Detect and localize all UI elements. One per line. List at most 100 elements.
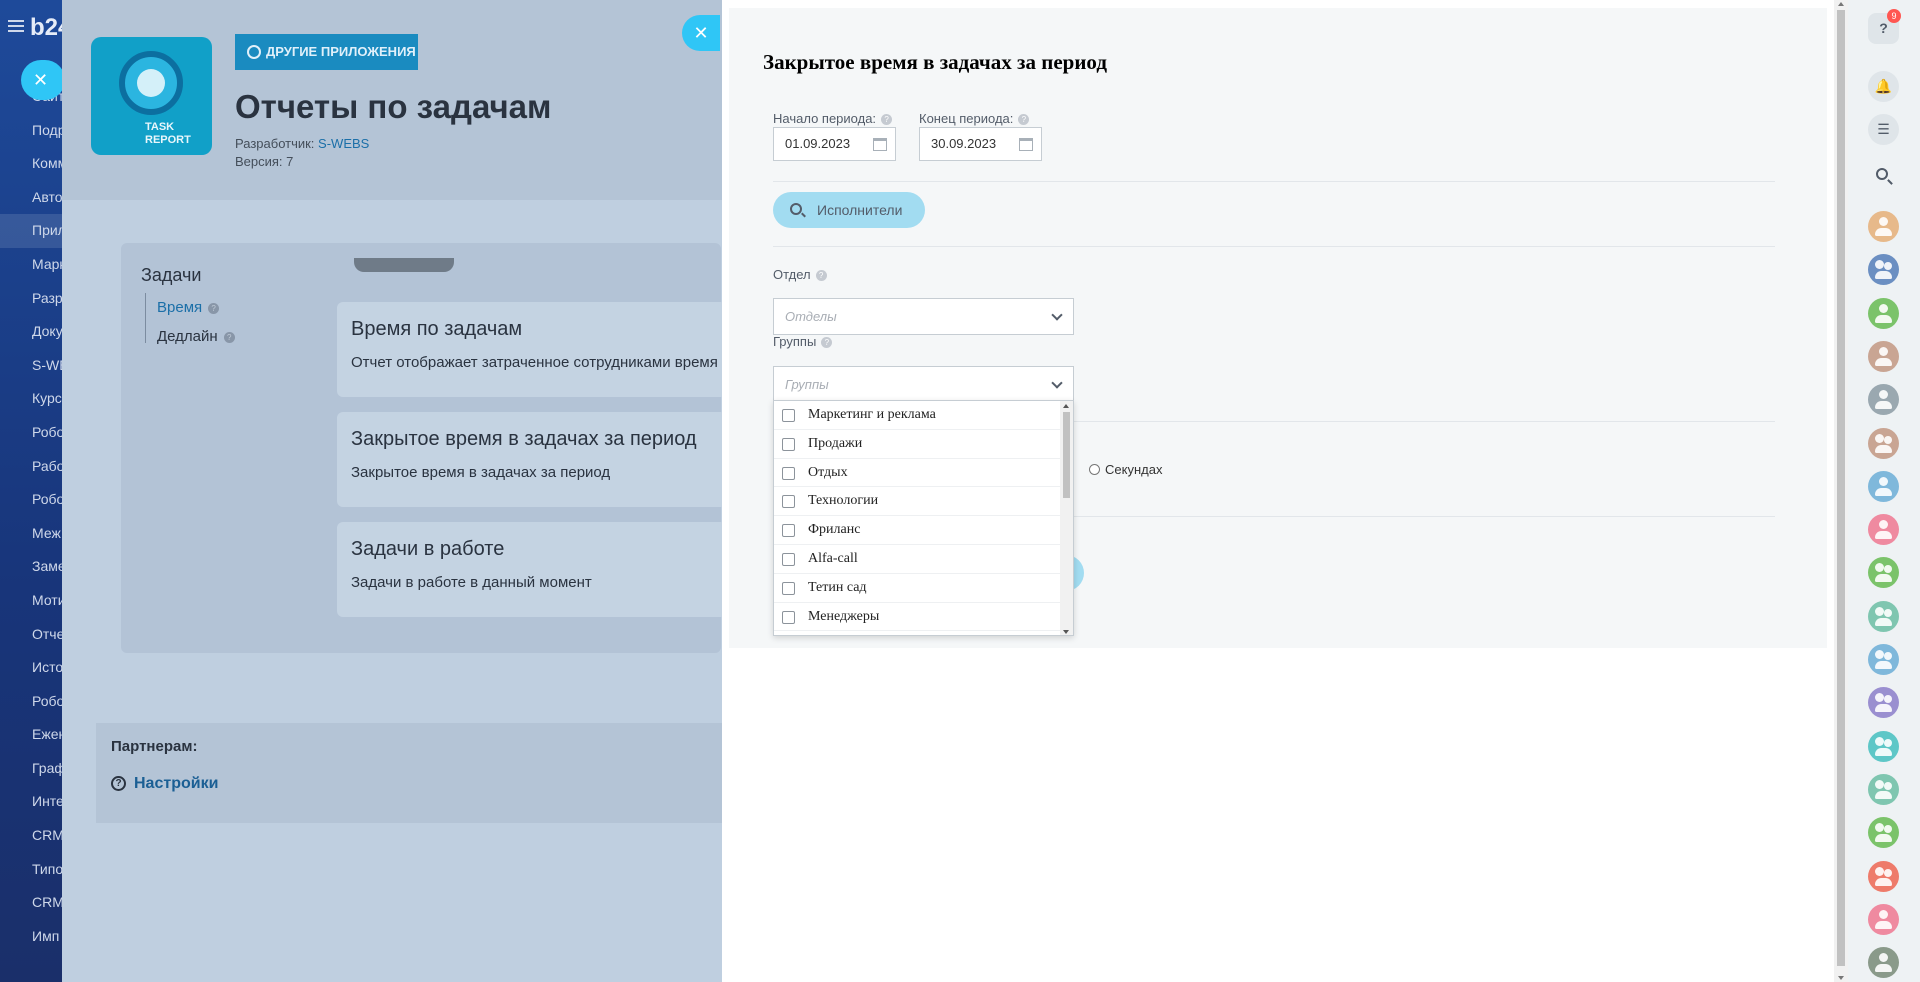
tree-item-deadline[interactable]: Дедлайн? bbox=[157, 328, 235, 345]
portal-menu-item[interactable]: Имп bbox=[0, 920, 62, 954]
portal-menu-item[interactable]: Граф bbox=[0, 752, 62, 786]
menu-burger-icon[interactable] bbox=[8, 20, 24, 32]
chat-avatar[interactable] bbox=[1868, 557, 1899, 589]
portal-menu-item[interactable]: Подр bbox=[0, 114, 62, 148]
portal-menu-item[interactable]: CRM bbox=[0, 886, 62, 920]
settings-link[interactable]: ? Настройки bbox=[111, 775, 218, 793]
group-option[interactable]: Технологии bbox=[774, 487, 1060, 517]
other-apps-button[interactable]: ДРУГИЕ ПРИЛОЖЕНИЯ bbox=[235, 34, 418, 70]
portal-menu-item[interactable]: S-WE bbox=[0, 349, 62, 383]
portal-menu-item[interactable]: Робо bbox=[0, 483, 62, 517]
checkbox[interactable] bbox=[782, 409, 795, 422]
report-title: Задачи в работе bbox=[351, 538, 505, 560]
search-icon[interactable] bbox=[1868, 162, 1899, 193]
help-icon[interactable]: ? bbox=[821, 337, 833, 349]
groups-select[interactable]: Группы bbox=[773, 366, 1074, 403]
chat-avatar[interactable] bbox=[1868, 947, 1899, 979]
right-rail: ? 9 🔔 ☰ bbox=[1848, 0, 1920, 982]
end-date-input[interactable]: 30.09.2023 bbox=[919, 127, 1042, 161]
group-option[interactable]: Продажи bbox=[774, 430, 1060, 459]
portal-menu-item[interactable]: Комм bbox=[0, 147, 62, 181]
checkbox[interactable] bbox=[782, 495, 795, 509]
portal-menu-item[interactable]: Марк bbox=[0, 248, 62, 282]
chat-avatar[interactable] bbox=[1868, 254, 1899, 286]
checkbox[interactable] bbox=[782, 437, 795, 451]
portal-menu-item[interactable]: Инте bbox=[0, 785, 62, 819]
chat-avatar[interactable] bbox=[1868, 470, 1899, 502]
chat-avatar[interactable] bbox=[1868, 687, 1899, 719]
portal-menu-item[interactable]: Отче bbox=[0, 618, 62, 652]
portal-menu-item[interactable]: Прил bbox=[0, 214, 62, 248]
portal-menu-item[interactable]: Заме bbox=[0, 550, 62, 584]
page-scrollbar[interactable] bbox=[1834, 0, 1848, 982]
chat-avatar[interactable] bbox=[1868, 817, 1899, 849]
chat-avatar[interactable] bbox=[1868, 514, 1899, 546]
close-icon[interactable]: ✕ bbox=[21, 60, 62, 100]
portal-menu-item[interactable]: Моти bbox=[0, 584, 62, 618]
calendar-icon[interactable] bbox=[873, 138, 887, 151]
help-icon[interactable]: ? bbox=[1018, 114, 1030, 126]
portal-menu-item[interactable]: Меж bbox=[0, 517, 62, 551]
slider-close-button[interactable]: ✕ bbox=[682, 15, 720, 51]
developer-link[interactable]: S-WEBS bbox=[318, 136, 369, 151]
page-title: Отчеты по задачам bbox=[235, 88, 552, 125]
tree-line bbox=[145, 293, 146, 343]
portal-menu-item[interactable]: Ежен bbox=[0, 718, 62, 752]
checkbox[interactable] bbox=[782, 466, 795, 480]
chat-avatar[interactable] bbox=[1868, 600, 1899, 632]
report-card-time[interactable]: Время по задачам Отчет отображает затрач… bbox=[337, 302, 722, 397]
start-date-input[interactable]: 01.09.2023 bbox=[773, 127, 896, 161]
help-icon[interactable]: ? bbox=[881, 114, 893, 126]
help-icon[interactable]: ? bbox=[223, 331, 235, 343]
portal-menu-item[interactable]: Исто bbox=[0, 651, 62, 685]
portal-menu-item[interactable]: Робо bbox=[0, 416, 62, 450]
chat-avatar[interactable] bbox=[1868, 730, 1899, 762]
department-select[interactable]: Отделы bbox=[773, 298, 1074, 335]
portal-menu-item[interactable]: Типо bbox=[0, 853, 62, 887]
chat-avatar[interactable] bbox=[1868, 340, 1899, 372]
portal-menu: СайтПодрКоммАвтоПрилМаркРазрДокуS-WEКурс… bbox=[0, 80, 62, 953]
checkbox[interactable] bbox=[782, 552, 795, 566]
dropdown-scrollbar[interactable] bbox=[1060, 401, 1073, 635]
group-option[interactable]: Фриланс bbox=[774, 516, 1060, 545]
checkbox[interactable] bbox=[782, 581, 795, 595]
form-title: Закрытое время в задачах за период bbox=[763, 50, 1107, 74]
group-option[interactable]: Маркетинг и реклама bbox=[774, 401, 1060, 430]
chat-icon[interactable]: ☰ bbox=[1868, 114, 1899, 145]
checkbox[interactable] bbox=[782, 524, 795, 538]
radio-icon[interactable] bbox=[1089, 464, 1100, 475]
app-header: TASK REPORT ДРУГИЕ ПРИЛОЖЕНИЯ Отчеты по з… bbox=[62, 0, 722, 200]
portal-logo[interactable]: b24 bbox=[30, 14, 62, 42]
performers-button[interactable]: Исполнители bbox=[773, 192, 925, 228]
tree-item-time[interactable]: Время? bbox=[157, 299, 220, 316]
help-icon[interactable]: ? bbox=[208, 302, 220, 314]
portal-menu-item[interactable]: Курс bbox=[0, 382, 62, 416]
portal-menu-item[interactable]: Рабо bbox=[0, 450, 62, 484]
portal-menu-item[interactable]: Доку bbox=[0, 315, 62, 349]
checkbox[interactable] bbox=[782, 610, 795, 624]
help-icon[interactable]: ? bbox=[815, 270, 827, 282]
group-option[interactable]: Alfa-call bbox=[774, 545, 1060, 574]
chat-avatar[interactable] bbox=[1868, 211, 1899, 242]
chat-avatar[interactable] bbox=[1868, 644, 1899, 675]
calendar-icon[interactable] bbox=[1019, 138, 1033, 151]
chat-avatar[interactable] bbox=[1868, 427, 1899, 459]
group-option[interactable]: Тетин сад bbox=[774, 574, 1060, 603]
report-card-tasks-in-work[interactable]: Задачи в работе Задачи в работе в данный… bbox=[337, 522, 722, 617]
portal-menu-item[interactable]: CRM bbox=[0, 819, 62, 853]
chat-avatar[interactable] bbox=[1868, 903, 1899, 935]
groups-dropdown[interactable]: Маркетинг и реклама Продажи Отдых Технологи… bbox=[773, 400, 1074, 636]
chat-avatar[interactable] bbox=[1868, 384, 1899, 416]
scroll-hint bbox=[354, 258, 454, 272]
portal-menu-item[interactable]: Авто bbox=[0, 181, 62, 215]
group-option[interactable]: Менеджеры bbox=[774, 603, 1060, 632]
chat-avatar[interactable] bbox=[1868, 860, 1899, 892]
seconds-radio[interactable]: Секундах bbox=[1089, 462, 1162, 477]
portal-menu-item[interactable]: Робо bbox=[0, 685, 62, 719]
report-card-closed-time[interactable]: Закрытое время в задачах за период Закры… bbox=[337, 412, 722, 507]
chat-avatar[interactable] bbox=[1868, 297, 1899, 329]
bell-icon[interactable]: 🔔 bbox=[1868, 71, 1899, 102]
group-option[interactable]: Отдых bbox=[774, 459, 1060, 488]
portal-menu-item[interactable]: Разр bbox=[0, 282, 62, 316]
chat-avatar[interactable] bbox=[1868, 773, 1899, 805]
